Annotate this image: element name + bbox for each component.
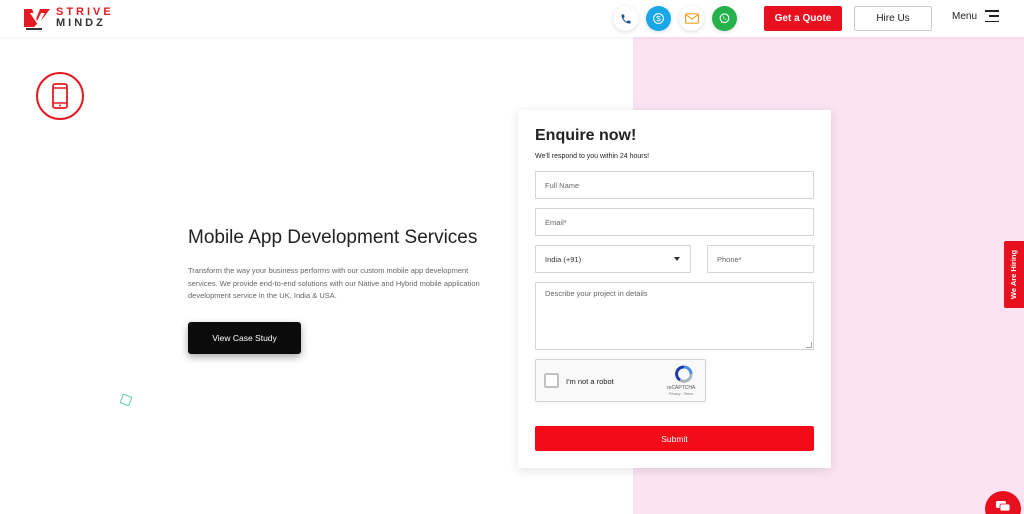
logo-mark-icon — [24, 9, 50, 30]
resize-grip-icon[interactable] — [806, 342, 812, 348]
country-code-select[interactable]: India (+91) — [535, 245, 691, 273]
recaptcha-brand: reCAPTCHA — [667, 385, 696, 391]
email-placeholder: Email* — [545, 217, 567, 227]
country-code-value: India (+91) — [545, 254, 582, 264]
chevron-down-icon — [674, 257, 680, 261]
form-subtitle: We'll respond to you within 24 hours! — [535, 153, 650, 160]
mobile-phone-icon — [36, 72, 84, 120]
logo-text: STRIVE MINDZ — [56, 7, 114, 29]
whatsapp-icon[interactable] — [712, 6, 737, 31]
we-are-hiring-tab[interactable]: We Are Hiring — [1004, 241, 1024, 308]
recaptcha-widget: I'm not a robot reCAPTCHA Privacy - Term… — [535, 359, 706, 402]
submit-button[interactable]: Submit — [535, 426, 814, 451]
hamburger-icon — [985, 10, 1000, 22]
enquiry-form-card: Enquire now! We'll respond to you within… — [518, 110, 831, 468]
full-name-input[interactable]: Full Name — [535, 171, 814, 199]
email-input[interactable]: Email* — [535, 208, 814, 236]
menu-button[interactable]: Menu — [952, 10, 1000, 22]
logo[interactable]: STRIVE MINDZ — [22, 5, 114, 31]
decorative-diamond-icon — [119, 393, 133, 407]
form-title: Enquire now! — [535, 127, 637, 144]
recaptcha-checkbox[interactable] — [544, 373, 559, 388]
contact-icons — [613, 6, 737, 31]
phone-input[interactable]: Phone* — [707, 245, 814, 273]
recaptcha-label: I'm not a robot — [566, 377, 614, 386]
hero-description: Transform the way your business performs… — [188, 266, 480, 300]
logo-line-2: MINDZ — [56, 17, 106, 29]
recaptcha-logo-icon — [675, 365, 693, 383]
full-name-placeholder: Full Name — [545, 180, 580, 190]
get-a-quote-button[interactable]: Get a Quote — [764, 6, 842, 31]
skype-icon[interactable] — [646, 6, 671, 31]
phone-icon[interactable] — [613, 6, 638, 31]
mail-icon[interactable] — [679, 6, 704, 31]
menu-label: Menu — [952, 10, 978, 22]
phone-placeholder: Phone* — [717, 254, 742, 264]
hire-us-button[interactable]: Hire Us — [854, 6, 932, 31]
view-case-study-button[interactable]: View Case Study — [188, 322, 301, 354]
we-are-hiring-label: We Are Hiring — [1009, 249, 1019, 300]
page-title: Mobile App Development Services — [188, 227, 478, 248]
site-header: STRIVE MINDZ Get a Quote Hire Us Menu — [0, 0, 1024, 37]
recaptcha-terms-link[interactable]: Privacy - Terms — [669, 392, 693, 396]
project-description-textarea[interactable]: Describe your project in details — [535, 282, 814, 350]
project-description-placeholder: Describe your project in details — [545, 289, 648, 298]
